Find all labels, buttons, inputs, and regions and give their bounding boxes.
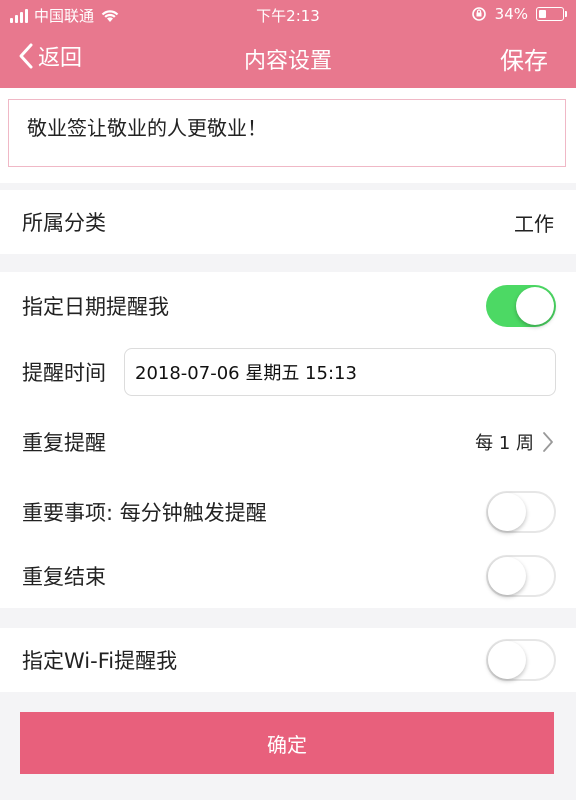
nav-bar: 返回 内容设置 保存 <box>0 30 576 88</box>
header: 中国联通 下午2:13 34% 返回 内容设置 保存 <box>0 0 576 88</box>
back-label: 返回 <box>38 46 83 71</box>
battery-icon <box>536 7 567 21</box>
status-right: 34% <box>471 5 567 23</box>
category-value: 工作 <box>514 211 554 236</box>
repeat-end-row: 重复结束 <box>0 544 576 608</box>
reminder-time-field[interactable]: 2018-07-06 星期五 15:13 <box>124 348 556 396</box>
toggle-knob <box>488 641 526 679</box>
wifi-reminder-toggle[interactable] <box>486 639 556 681</box>
repeat-value: 每 1 周 <box>475 433 534 454</box>
confirm-button[interactable]: 确定 <box>20 712 554 774</box>
wifi-card: 指定Wi-Fi提醒我 <box>0 628 576 692</box>
chevron-right-icon <box>543 432 553 452</box>
reminder-card: 指定日期提醒我 提醒时间 2018-07-06 星期五 15:13 重复提醒 每… <box>0 272 576 608</box>
category-label: 所属分类 <box>22 211 106 235</box>
category-card: 所属分类 工作 <box>0 190 576 254</box>
battery-percent: 34% <box>494 5 528 23</box>
page-title: 内容设置 <box>243 49 332 74</box>
date-reminder-toggle[interactable] <box>486 285 556 327</box>
category-row[interactable]: 所属分类 工作 <box>0 190 576 254</box>
chevron-left-icon <box>19 43 33 69</box>
save-button[interactable]: 保存 <box>500 41 548 76</box>
rotation-lock-icon <box>471 7 486 21</box>
important-label: 重要事项: 每分钟触发提醒 <box>22 501 267 525</box>
toggle-knob <box>488 493 526 531</box>
back-button[interactable]: 返回 <box>18 40 82 72</box>
status-bar: 中国联通 下午2:13 34% <box>0 0 576 30</box>
toggle-knob <box>516 287 554 325</box>
important-row: 重要事项: 每分钟触发提醒 <box>0 480 576 544</box>
wifi-reminder-row: 指定Wi-Fi提醒我 <box>0 628 576 692</box>
content-textarea[interactable]: 敬业签让敬业的人更敬业！ <box>8 99 566 167</box>
date-reminder-label: 指定日期提醒我 <box>22 295 169 319</box>
repeat-end-label: 重复结束 <box>22 565 106 589</box>
repeat-value-group: 每 1 周 <box>475 429 554 455</box>
repeat-end-toggle[interactable] <box>486 555 556 597</box>
reminder-time-row: 提醒时间 2018-07-06 星期五 15:13 <box>0 340 576 404</box>
important-toggle[interactable] <box>486 491 556 533</box>
reminder-time-label: 提醒时间 <box>22 361 106 385</box>
toggle-knob <box>488 557 526 595</box>
wifi-reminder-label: 指定Wi-Fi提醒我 <box>22 649 178 673</box>
content-panel: 敬业签让敬业的人更敬业！ <box>0 88 576 183</box>
date-reminder-row: 指定日期提醒我 <box>0 274 576 338</box>
repeat-row[interactable]: 重复提醒 每 1 周 <box>0 410 576 474</box>
repeat-label: 重复提醒 <box>22 431 106 455</box>
